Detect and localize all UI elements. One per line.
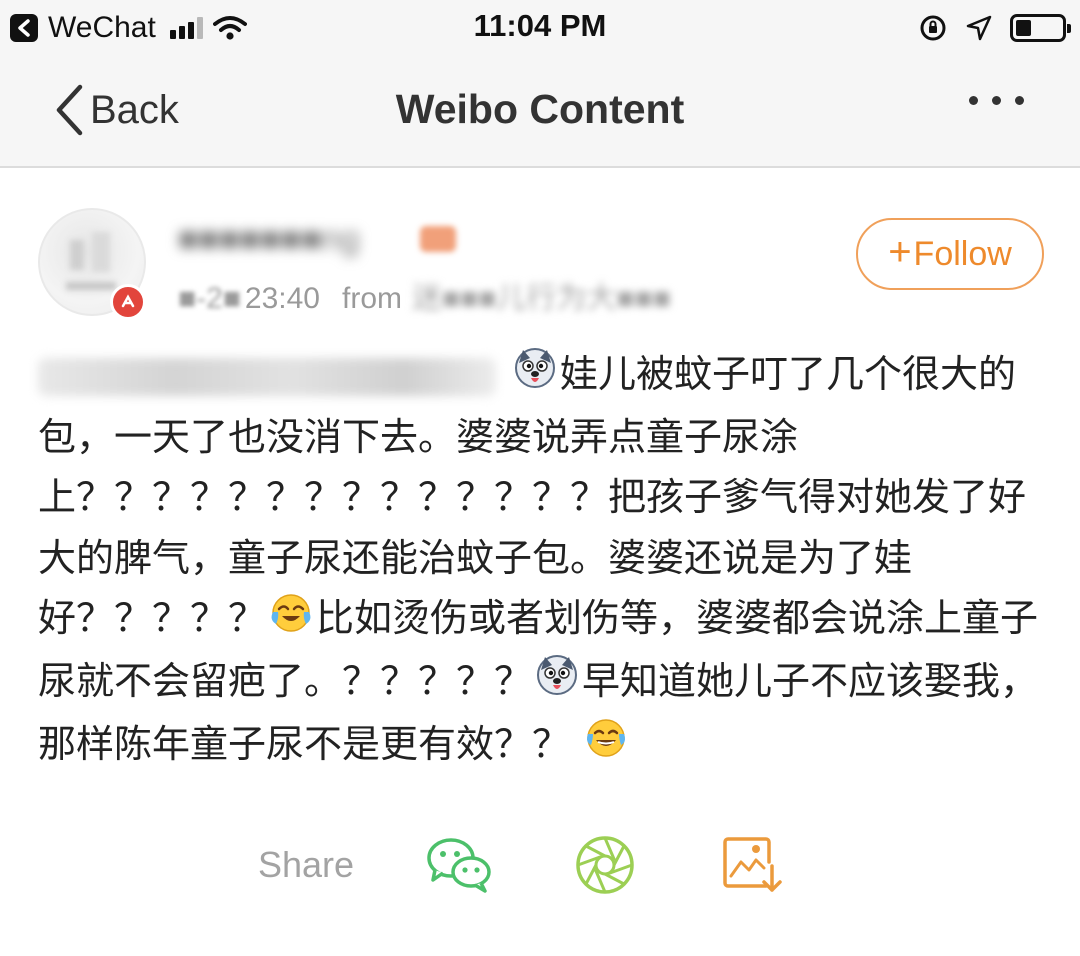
share-row: Share — [0, 830, 1080, 900]
emoji-husky — [514, 346, 556, 407]
battery-icon — [1010, 14, 1071, 42]
verified-badge-icon — [110, 284, 146, 320]
share-label: Share — [258, 844, 355, 885]
battery-level — [1016, 20, 1032, 36]
post-source: 迷■■■儿行为大■■■ — [412, 282, 671, 315]
post-time: 23:40 — [244, 282, 320, 315]
navigation-bar: Back Weibo Content — [0, 56, 1080, 168]
husky-emoji-icon — [515, 348, 555, 389]
post-date: ■-2■ — [178, 282, 241, 315]
tears-of-joy-emoji-icon — [587, 718, 626, 757]
status-bar-right — [918, 10, 1071, 46]
plus-icon: + — [888, 229, 912, 274]
blurred-text — [38, 357, 496, 396]
post-body: 娃儿被蚊子叮了几个很大的包，一天了也没消下去。婆婆说弄点童子尿涂上？？？？？？？… — [38, 344, 1048, 777]
status-bar: WeChat 11:04 PM — [0, 0, 1080, 56]
follow-button[interactable]: + Follow — [856, 218, 1044, 290]
emoji-tears-of-joy — [584, 716, 628, 778]
member-badge-icon — [420, 226, 456, 252]
post-from-label: from — [342, 282, 402, 315]
crying-laughing-emoji-icon — [271, 593, 311, 632]
post-meta: ■-2■ 23:40 from 迷■■■儿行为大■■■ — [178, 273, 671, 317]
follow-label: Follow — [913, 234, 1012, 273]
save-image-icon[interactable] — [722, 836, 784, 894]
emoji-husky-2 — [536, 653, 578, 714]
husky-emoji-icon — [537, 655, 578, 696]
orientation-lock-icon — [920, 15, 946, 41]
moments-icon[interactable] — [574, 834, 636, 896]
location-arrow-icon — [966, 15, 992, 41]
page-title: Weibo Content — [395, 86, 685, 132]
emoji-crying-laughing — [270, 591, 312, 652]
more-options-icon[interactable] — [969, 96, 1024, 105]
wechat-icon[interactable] — [425, 834, 493, 894]
author-name[interactable]: ■■■■■■■ng — [178, 220, 360, 259]
